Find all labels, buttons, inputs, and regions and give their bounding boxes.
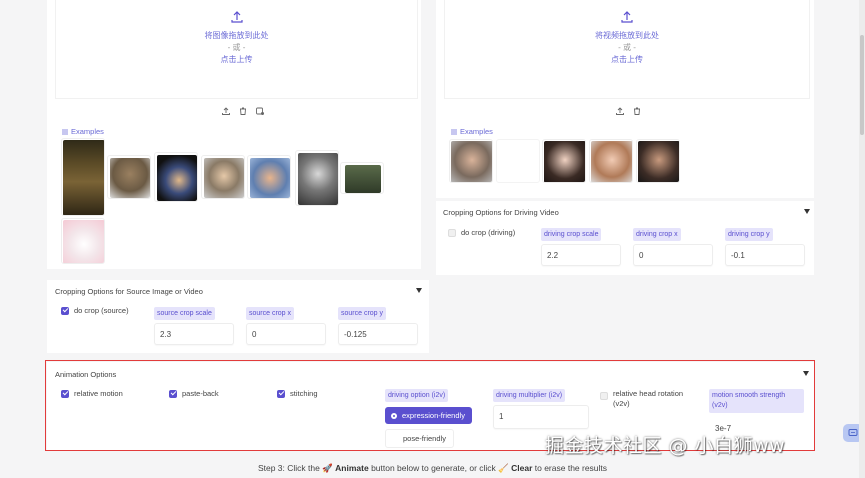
source-crop-y-input[interactable]: -0.125	[338, 323, 418, 345]
step3-instructions: Step 3: Click the 🚀 Animate button below…	[257, 463, 608, 473]
collapse-caret-icon[interactable]	[416, 288, 422, 293]
example-thumb-einstein[interactable]	[295, 150, 339, 206]
upload-icon[interactable]	[221, 103, 231, 115]
driving-example-thumb-4[interactable]	[589, 139, 633, 183]
driving-example-thumb-2[interactable]	[496, 139, 540, 183]
trash-icon[interactable]	[632, 103, 642, 115]
checkbox-icon[interactable]	[448, 228, 456, 237]
page-scrollbar[interactable]	[859, 0, 865, 478]
do-crop-source-checkbox[interactable]: do crop (source)	[61, 306, 129, 315]
driving-upload-actions	[615, 103, 642, 115]
click-upload-text[interactable]: 点击上传	[444, 54, 810, 66]
chat-icon	[848, 429, 858, 436]
animate-word: Animate	[335, 463, 369, 473]
driving-example-thumb-5[interactable]	[636, 139, 680, 183]
driving-crop-y-input[interactable]: -0.1	[725, 244, 805, 266]
example-thumb-child-portrait[interactable]	[201, 155, 245, 199]
trash-icon[interactable]	[238, 103, 248, 115]
collapse-caret-icon[interactable]	[804, 209, 810, 214]
example-thumb-mona-lisa[interactable]	[61, 138, 105, 216]
example-thumb-cartoon[interactable]	[247, 155, 291, 199]
example-thumb-pearl-earring[interactable]	[154, 152, 198, 202]
watermark: 掘金技术社区 @ 小白狮ww	[545, 435, 786, 457]
source-upload-actions	[221, 103, 265, 115]
driving-crop-title: Cropping Options for Driving Video	[443, 208, 559, 217]
example-thumb-small-photo[interactable]	[340, 162, 384, 194]
source-crop-x-label: source crop x	[246, 307, 295, 320]
or-text: - 或 -	[227, 43, 246, 52]
driving-crop-y-label: driving crop y	[725, 228, 773, 241]
driving-example-thumb-3[interactable]	[542, 139, 586, 183]
example-thumb-cat[interactable]	[61, 218, 105, 264]
checkbox-icon[interactable]	[61, 306, 69, 315]
source-crop-x-input[interactable]: 0	[246, 323, 326, 345]
webcam-icon[interactable]	[255, 103, 265, 115]
driving-example-thumb-1[interactable]	[449, 139, 493, 183]
click-upload-text[interactable]: 点击上传	[55, 54, 418, 66]
upload-icon[interactable]	[615, 103, 625, 115]
driving-crop-scale-input[interactable]: 2.2	[541, 244, 621, 266]
driving-crop-x-input[interactable]: 0	[633, 244, 713, 266]
driving-crop-scale-label: driving crop scale	[541, 228, 602, 241]
drop-text: 将视频拖放到此处	[595, 31, 659, 40]
driving-upload-area[interactable]: 将视频拖放到此处 - 或 - 点击上传	[444, 10, 810, 66]
scrollbar-thumb[interactable]	[860, 35, 864, 135]
clear-word: Clear	[511, 463, 533, 473]
source-crop-y-label: source crop y	[338, 307, 387, 320]
upload-icon	[621, 11, 633, 23]
source-crop-title: Cropping Options for Source Image or Vid…	[55, 287, 203, 296]
source-upload-area[interactable]: 将图像拖放到此处 - 或 - 点击上传	[55, 10, 418, 66]
example-thumb-statue[interactable]	[107, 155, 151, 199]
driving-examples-label: Examples	[451, 127, 493, 136]
list-icon	[451, 129, 457, 134]
drop-text: 将图像拖放到此处	[204, 31, 269, 40]
or-text: - 或 -	[618, 43, 636, 52]
driving-crop-x-label: driving crop x	[633, 228, 681, 241]
source-crop-scale-input[interactable]: 2.3	[154, 323, 234, 345]
list-icon	[62, 129, 68, 134]
do-crop-driving-checkbox[interactable]: do crop (driving)	[448, 228, 515, 237]
source-crop-scale-label: source crop scale	[154, 307, 215, 320]
source-examples-label: Examples	[62, 127, 104, 136]
upload-icon	[230, 11, 243, 23]
